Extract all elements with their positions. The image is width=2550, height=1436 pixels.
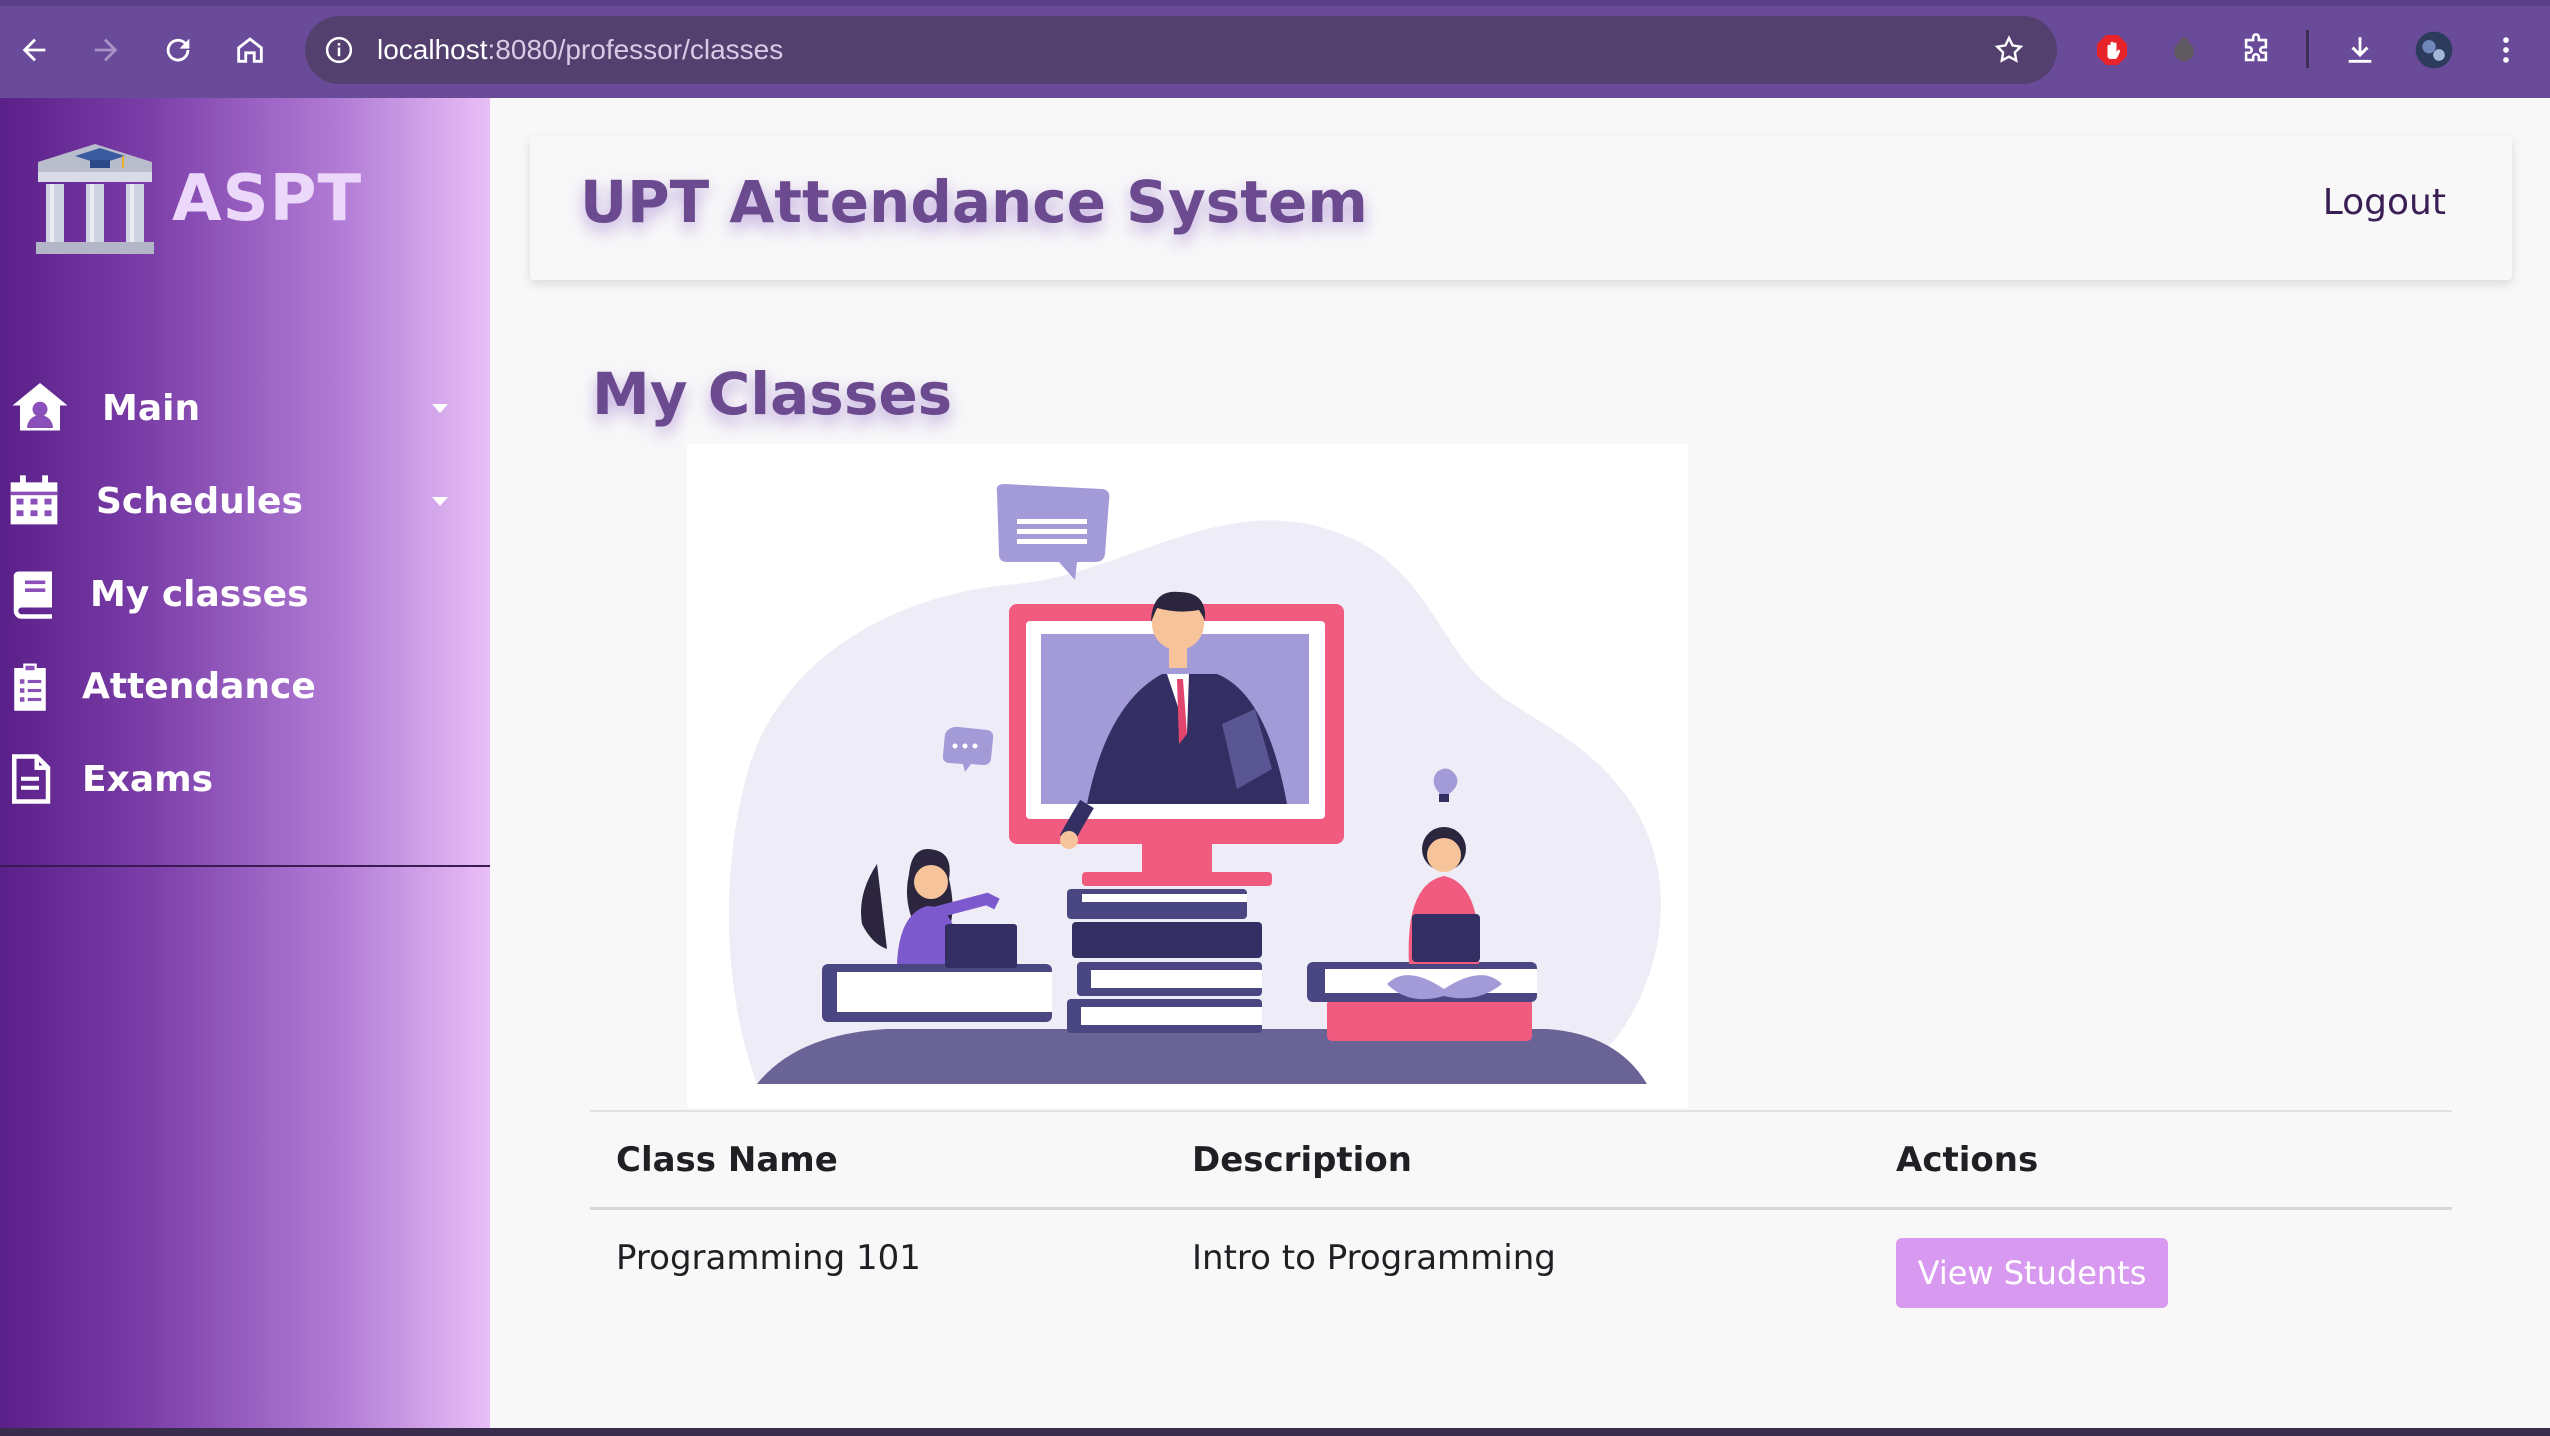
view-students-button[interactable]: View Students: [1896, 1238, 2168, 1308]
book-icon: [2, 562, 66, 626]
sidebar-item-label: Attendance: [82, 665, 316, 707]
url-host: localhost: [377, 34, 488, 65]
app-title: UPT Attendance System: [580, 168, 1368, 236]
forward-icon[interactable]: [78, 22, 134, 78]
sidebar-item-schedules[interactable]: Schedules: [0, 461, 490, 541]
column-header-description[interactable]: Description: [1192, 1140, 1412, 1180]
document-icon: [0, 747, 62, 811]
sidebar-item-exams[interactable]: Exams: [0, 739, 490, 819]
page-title: My Classes: [592, 360, 953, 428]
brand-name: ASPT: [172, 162, 363, 236]
bookmark-star-icon[interactable]: [1989, 30, 2029, 70]
home-icon[interactable]: [222, 22, 278, 78]
toolbar-separator: [2306, 30, 2309, 68]
sidebar-item-main[interactable]: Main: [0, 368, 490, 448]
classes-illustration: [687, 444, 1688, 1108]
brand[interactable]: ASPT: [30, 134, 362, 264]
sidebar-item-label: Schedules: [96, 480, 303, 522]
taskbar-edge: [0, 1428, 2550, 1436]
caret-down-icon: [432, 404, 448, 413]
sidebar-divider: [0, 865, 490, 867]
back-icon[interactable]: [6, 22, 62, 78]
class-name-cell: Programming 101: [616, 1238, 921, 1278]
column-header-actions: Actions: [1896, 1140, 2039, 1180]
profile-avatar[interactable]: [2410, 26, 2458, 74]
sidebar-item-label: Main: [102, 387, 201, 429]
download-icon[interactable]: [2336, 26, 2384, 74]
sidebar-item-label: My classes: [90, 573, 309, 615]
top-header: UPT Attendance System Logout: [530, 136, 2512, 280]
sidebar: ASPT Main Schedules My classes Attendanc…: [0, 98, 490, 1428]
sidebar-item-label: Exams: [82, 758, 214, 800]
adblock-extension-icon[interactable]: [2088, 26, 2136, 74]
sidebar-item-my-classes[interactable]: My classes: [0, 554, 490, 634]
clipboard-list-icon: [0, 654, 62, 718]
page: ASPT Main Schedules My classes Attendanc…: [0, 98, 2550, 1428]
table-header-row: Class Name Description Actions: [590, 1110, 2452, 1210]
url-text: localhost:8080/professor/classes: [377, 30, 783, 70]
home-user-icon: [8, 376, 72, 440]
extensions-puzzle-icon[interactable]: [2232, 26, 2280, 74]
url-path: :8080/professor/classes: [487, 34, 784, 65]
site-info-icon[interactable]: [319, 30, 359, 70]
description-cell: Intro to Programming: [1192, 1238, 1556, 1278]
reload-icon[interactable]: [150, 22, 206, 78]
extension-icon[interactable]: [2160, 26, 2208, 74]
table-row: Programming 101 Intro to Programming Vie…: [590, 1212, 2452, 1322]
caret-down-icon: [432, 497, 448, 506]
logout-link[interactable]: Logout: [2323, 182, 2446, 223]
tab-strip: [0, 0, 2550, 6]
column-header-class-name[interactable]: Class Name: [616, 1140, 838, 1180]
browser-toolbar: localhost:8080/professor/classes: [0, 0, 2550, 98]
calendar-icon: [2, 469, 66, 533]
address-bar[interactable]: localhost:8080/professor/classes: [305, 16, 2057, 84]
browser-menu-icon[interactable]: [2482, 26, 2530, 74]
university-logo: [36, 144, 154, 254]
sidebar-item-attendance[interactable]: Attendance: [0, 646, 490, 726]
